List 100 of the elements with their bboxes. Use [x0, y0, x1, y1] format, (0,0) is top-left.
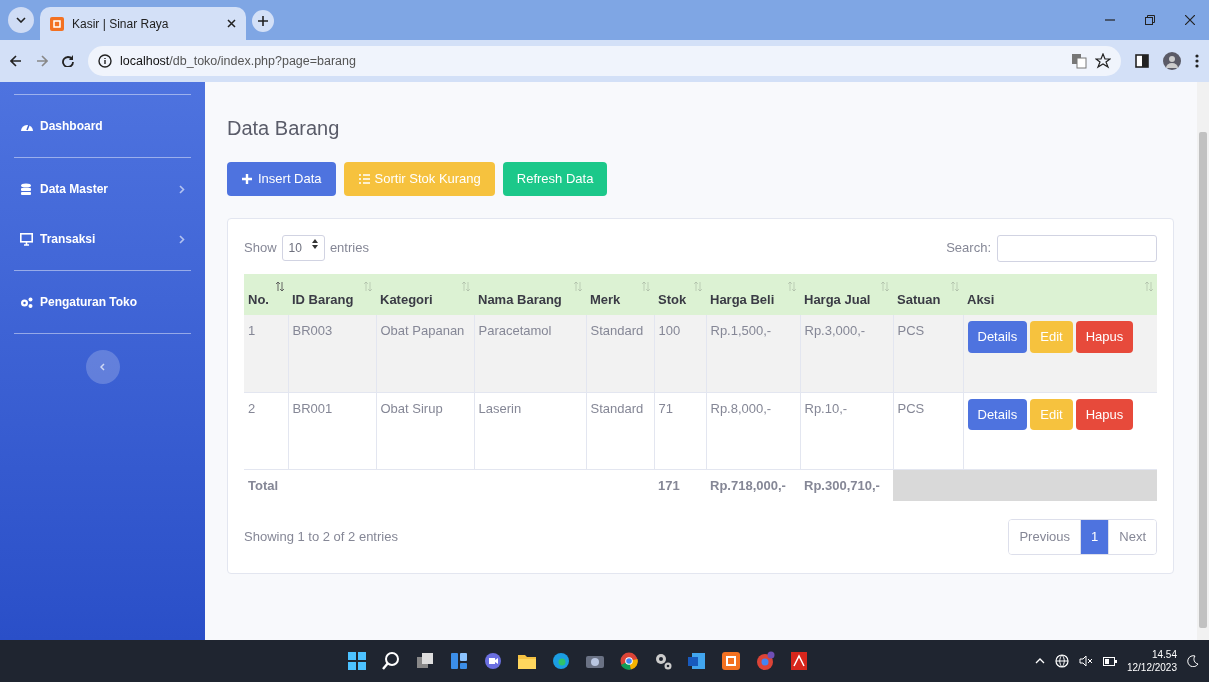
action-button[interactable]: Details — [967, 398, 1028, 430]
gears-icon[interactable] — [653, 651, 673, 671]
search-icon[interactable] — [381, 651, 401, 671]
plus-icon — [241, 172, 253, 185]
close-icon[interactable] — [1185, 15, 1195, 25]
back-arrow-icon[interactable] — [10, 55, 22, 67]
sort-arrows-icon — [642, 281, 650, 291]
sort-arrows-icon — [881, 281, 889, 291]
column-header[interactable]: Stok — [654, 273, 706, 315]
entries-label: entries — [329, 239, 369, 258]
chevron-right-icon — [179, 234, 185, 244]
scrollbar[interactable] — [1197, 82, 1209, 640]
info-icon[interactable] — [98, 54, 112, 68]
bookmark-star-icon[interactable] — [1095, 53, 1111, 69]
sidebar-item[interactable]: Dashboard — [14, 101, 191, 151]
list-icon — [357, 172, 370, 185]
toolbar-button[interactable]: Insert Data — [227, 162, 336, 196]
monitor-icon — [20, 232, 33, 246]
globe-icon[interactable] — [1054, 654, 1069, 668]
table-cell: 71 — [654, 392, 706, 469]
column-header[interactable]: Harga Beli — [706, 273, 800, 315]
gears-icon — [20, 295, 33, 309]
total-cell: Rp.718,000,- — [706, 469, 800, 501]
browser-swirl-icon[interactable] — [551, 651, 571, 671]
sidebar-item[interactable]: Pengaturan Toko — [14, 277, 191, 327]
table-cell: 2 — [244, 392, 288, 469]
moon-icon[interactable] — [1187, 655, 1199, 667]
action-button[interactable]: Details — [967, 321, 1028, 353]
task-view-icon[interactable] — [415, 651, 435, 671]
translate-icon[interactable] — [1071, 53, 1087, 69]
column-header[interactable]: Kategori — [376, 273, 474, 315]
profile-avatar-icon[interactable] — [1163, 52, 1181, 70]
search-label: Search: — [946, 239, 991, 258]
table-cell: PCS — [893, 315, 963, 392]
battery-icon[interactable] — [1102, 656, 1117, 666]
sort-arrows-icon — [694, 281, 702, 291]
total-label: Total — [244, 469, 654, 501]
column-header[interactable]: ID Barang — [288, 273, 376, 315]
sort-arrows-icon — [276, 281, 284, 291]
column-header[interactable]: Aksi — [963, 273, 1157, 315]
chevron-right-icon — [179, 184, 185, 194]
sort-arrows-icon — [1145, 281, 1153, 291]
scrollbar-thumb[interactable] — [1199, 132, 1207, 628]
table-cell: Standard — [586, 315, 654, 392]
table-info-text: Showing 1 to 2 of 2 entries — [244, 528, 398, 546]
updown-caret-icon — [311, 239, 318, 249]
new-tab-icon[interactable] — [252, 10, 274, 32]
table-cell: Paracetamol — [474, 315, 586, 392]
page-title: Data Barang — [227, 116, 341, 140]
document-icon[interactable] — [687, 651, 707, 671]
tab-list-button[interactable] — [8, 7, 34, 33]
show-label: Show — [244, 239, 277, 258]
start-icon[interactable] — [347, 651, 367, 671]
database-icon — [20, 182, 33, 196]
page-size-select[interactable]: 10 — [281, 235, 325, 261]
close-icon[interactable] — [227, 19, 236, 28]
side-panel-icon[interactable] — [1135, 54, 1149, 68]
menu-icon[interactable] — [1195, 54, 1199, 68]
restore-icon[interactable] — [1145, 15, 1155, 25]
sidebar-toggle-button[interactable] — [85, 350, 120, 384]
browser-circle-icon[interactable] — [619, 651, 639, 671]
sort-arrows-icon — [951, 281, 959, 291]
table-cell: Rp.1,500,- — [706, 315, 800, 392]
sidebar-item[interactable]: Transaksi — [14, 214, 191, 264]
action-button[interactable]: Hapus — [1075, 398, 1134, 430]
pagination-button[interactable]: Next — [1108, 520, 1156, 554]
table-cell: Obat Papanan — [376, 315, 474, 392]
reload-icon[interactable] — [62, 55, 74, 67]
widgets-icon[interactable] — [449, 651, 469, 671]
sort-arrows-icon — [788, 281, 796, 291]
table-cell: Rp.10,- — [800, 392, 893, 469]
action-button[interactable]: Hapus — [1075, 321, 1134, 353]
table-cell: Laserin — [474, 392, 586, 469]
table-cell: Obat Sirup — [376, 392, 474, 469]
sidebar-item[interactable]: Data Master — [14, 164, 191, 214]
chevron-left-icon — [100, 363, 105, 371]
address-field[interactable]: localhost/db_toko/index.php?page=barang — [88, 46, 1121, 76]
chevron-up-icon[interactable] — [1034, 658, 1045, 664]
table-cell: Rp.3,000,- — [800, 315, 893, 392]
app-logo-icon — [50, 16, 64, 31]
app-logo-icon[interactable] — [721, 651, 741, 671]
search-field[interactable] — [997, 234, 1157, 262]
clock[interactable]: 14.54 12/12/2023 — [1126, 648, 1177, 674]
table-cell: Standard — [586, 392, 654, 469]
chevron-down-icon — [16, 17, 26, 23]
table-cell: 1 — [244, 315, 288, 392]
table-cell: 100 — [654, 315, 706, 392]
sort-arrows-icon — [462, 281, 470, 291]
column-header[interactable]: Harga Jual — [800, 273, 893, 315]
speaker-muted-icon[interactable] — [1078, 655, 1093, 667]
video-chat-icon[interactable] — [483, 651, 503, 671]
total-cell: Rp.300,710,- — [800, 469, 893, 501]
url-text: localhost/db_toko/index.php?page=barang — [120, 52, 356, 70]
column-header[interactable]: No. — [244, 273, 288, 315]
column-header[interactable]: Satuan — [893, 273, 963, 315]
pdf-document-icon[interactable] — [789, 651, 809, 671]
pagination-button[interactable]: 1 — [1080, 520, 1109, 554]
table-cell: PCS — [893, 392, 963, 469]
column-header[interactable]: Nama Barang — [474, 273, 586, 315]
column-header[interactable]: Merk — [586, 273, 654, 315]
